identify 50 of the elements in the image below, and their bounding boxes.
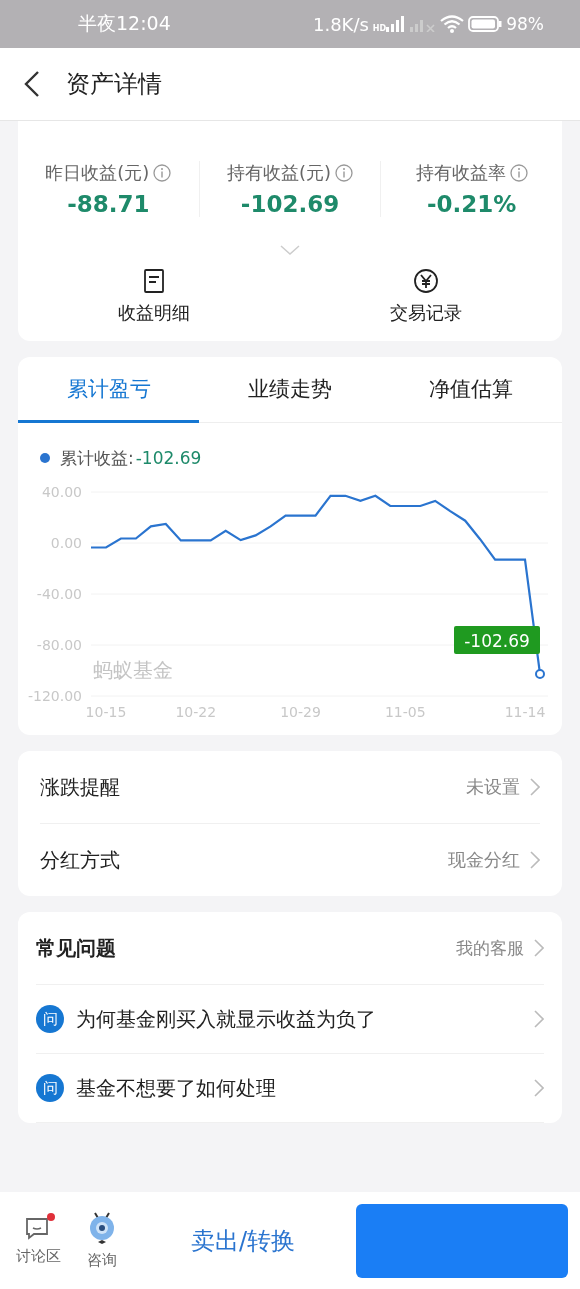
question-badge: 问 [36,1074,64,1102]
wifi-icon [440,15,465,33]
info-icon[interactable] [335,164,354,182]
metric-label: 持有收益率 [415,161,506,185]
signal-icon [386,16,407,32]
network-speed: 1.8K/s [313,13,369,35]
data-point-marker [535,668,545,679]
metric-value: -102.69 [240,191,340,217]
annotation: -102.69 [464,630,530,651]
summary-action-button[interactable]: 交易记录 [290,269,562,325]
metric-label: 持有收益(元) [227,161,332,185]
summary-action-button[interactable]: 收益明细 [18,269,290,325]
chart-tab[interactable]: 累计盈亏 [18,357,200,423]
info-icon[interactable] [509,164,528,182]
metric-value: -0.21% [427,191,517,217]
faq-item[interactable]: 问 为何基金刚买入就显示收益为负了 [36,985,544,1054]
faq-title: 常见问题 [36,934,117,962]
info-icon[interactable] [153,164,172,182]
legend-value: -102.69 [135,448,202,468]
chevron-right-icon [530,851,540,869]
metric-value: -88.71 [67,191,150,217]
document-icon [143,269,165,293]
battery-percent: 98% [506,14,544,34]
hd-label: HD [372,23,387,33]
value-tooltip: -102.69 [454,625,540,654]
chevron-right-icon [534,1010,544,1028]
faq-item[interactable]: 问 基金不想要了如何处理 [36,1054,544,1123]
status-time: 半夜12:04 [78,11,171,36]
chevron-right-icon [534,939,544,957]
mascot-icon [87,1211,117,1245]
setting-row[interactable]: 涨跌提醒 未设置 [40,751,540,823]
yen-coin-icon [414,269,438,293]
bottom-bar-item[interactable]: 咨询 [74,1211,130,1270]
setting-row[interactable]: 分红方式 现金分红 [40,823,540,896]
back-icon[interactable] [24,70,40,98]
chart-tab[interactable]: 业绩走势 [199,357,381,423]
bottom-bar-item[interactable]: 讨论区 [10,1215,66,1266]
chart-tab[interactable]: 净值估算 [380,357,562,423]
legend-label: 累计收益: [60,446,134,470]
expand-chevron-icon[interactable] [280,245,300,255]
chat-icon [25,1215,51,1241]
chart-watermark: 蚂蚁基金 [93,658,173,682]
customer-service-link[interactable]: 我的客服 [456,936,524,960]
page-title: 资产详情 [66,69,162,100]
sell-convert-button[interactable]: 卖出/转换 [138,1223,348,1258]
question-badge: 问 [36,1005,64,1033]
battery-icon [468,16,503,32]
chevron-right-icon [534,1079,544,1097]
metric-label: 昨日收益(元) [45,161,150,185]
chevron-right-icon [530,778,540,796]
